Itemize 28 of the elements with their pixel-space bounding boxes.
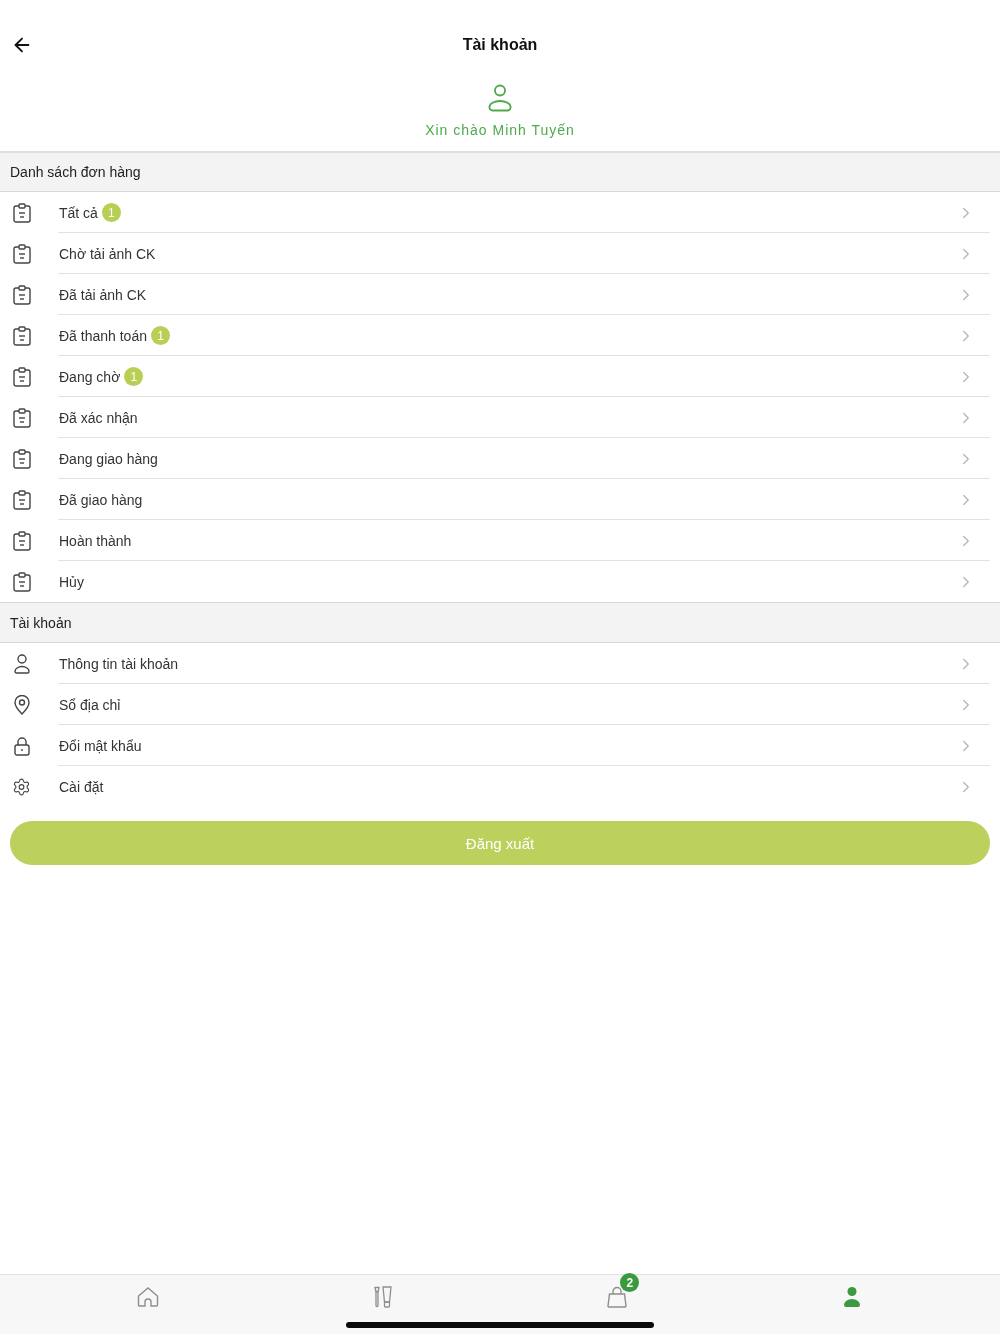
clipboard-icon [12,530,31,551]
user-avatar-icon [488,84,512,112]
brush-and-tube-icon [372,1286,393,1308]
location-pin-icon [13,694,30,715]
section-header: Tài khoản [0,602,1000,643]
settings-icon [12,776,31,797]
person-icon [842,1286,861,1308]
count-badge: 1 [101,203,121,222]
clipboard-icon [12,284,31,305]
section-header: Danh sách đơn hàng [0,153,1000,192]
tab-bar-item[interactable]: 2 [500,1275,735,1319]
person-icon [13,653,30,674]
home-icon [137,1287,160,1307]
clipboard-icon [12,366,31,387]
page-title: Tài khoản [461,36,539,54]
clipboard-icon [12,571,31,592]
cart-count-badge: 2 [620,1273,640,1292]
clipboard-icon [12,407,31,428]
clipboard-icon [12,243,31,264]
shopping-bag-icon [606,1286,629,1308]
count-badge: 1 [124,367,144,386]
clipboard-icon [12,325,31,346]
clipboard-icon [12,489,31,510]
clipboard-icon [12,448,31,469]
count-badge: 1 [150,326,170,345]
lock-icon [13,735,30,756]
clipboard-icon [12,202,31,223]
greeting-text: Xin chào Minh Tuyến [425,121,575,140]
